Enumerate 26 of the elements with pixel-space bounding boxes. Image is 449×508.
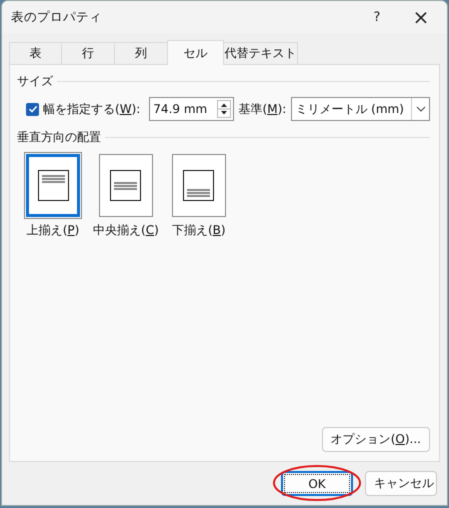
tab[interactable]: 表 <box>9 42 62 64</box>
tab[interactable]: セル <box>167 40 224 65</box>
group-heading: 垂直方向の配置 <box>17 129 101 146</box>
width-spinner[interactable]: 74.9 mm <box>149 97 234 121</box>
unit-dropdown[interactable]: ミリメートル (mm) <box>291 97 430 121</box>
spin-arrows-icon[interactable] <box>216 100 231 118</box>
window-title: 表のプロパティ <box>10 8 103 26</box>
alignment-label: 下揃え(B) <box>172 222 226 239</box>
alignment-icon <box>183 170 214 201</box>
alignment-label: 上揃え(P) <box>26 222 80 239</box>
chevron-down-icon <box>416 106 426 112</box>
close-button[interactable]: × <box>409 7 433 27</box>
group-heading: サイズ <box>17 73 53 90</box>
checkbox[interactable] <box>26 102 39 116</box>
cancel-button[interactable]: キャンセル <box>365 471 437 496</box>
tab[interactable]: 代替テキスト <box>223 42 298 64</box>
ok-button[interactable]: OK <box>281 471 353 496</box>
unit-label: 基準(M): <box>238 100 286 118</box>
help-button[interactable]: ? <box>367 10 387 24</box>
alignment-icon <box>38 170 68 201</box>
options-button[interactable]: オプション(O)... <box>322 427 430 452</box>
alignment-label: 中央揃え(C) <box>93 222 159 239</box>
alignment-button[interactable] <box>26 154 80 217</box>
alignment-button[interactable] <box>172 154 226 217</box>
alignment-button[interactable] <box>98 154 153 217</box>
alignment-icon <box>110 170 142 201</box>
